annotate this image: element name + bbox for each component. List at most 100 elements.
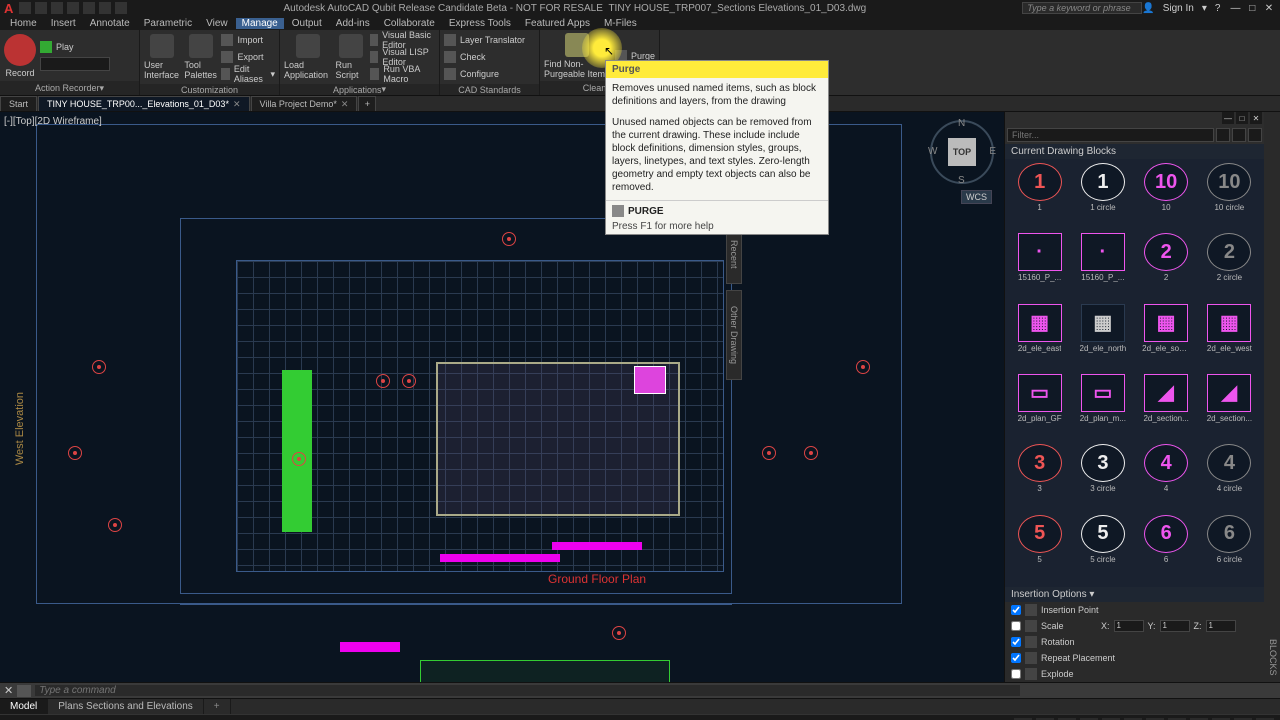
record-button[interactable]: Record bbox=[4, 34, 36, 78]
tab-annotate[interactable]: Annotate bbox=[84, 18, 136, 29]
qat-plot-icon[interactable] bbox=[83, 2, 95, 14]
block-item[interactable]: 66 circle bbox=[1199, 515, 1260, 583]
maximize-button[interactable]: □ bbox=[1245, 2, 1259, 14]
opt-scale[interactable]: Scale X:1 Y:1 Z:1 bbox=[1005, 618, 1264, 634]
tab-expresstools[interactable]: Express Tools bbox=[443, 18, 517, 29]
block-item[interactable]: 44 bbox=[1136, 444, 1197, 512]
tool-palettes-button[interactable]: Tool Palettes bbox=[184, 34, 217, 80]
block-item[interactable]: 11 circle bbox=[1072, 163, 1133, 231]
qat-new-icon[interactable] bbox=[19, 2, 31, 14]
tab-featuredapps[interactable]: Featured Apps bbox=[519, 18, 596, 29]
vbe-button[interactable]: Visual Basic Editor bbox=[370, 32, 435, 48]
qat-saveas-icon[interactable] bbox=[67, 2, 79, 14]
user-interface-button[interactable]: User Interface bbox=[144, 34, 180, 80]
add-layout-tab[interactable]: + bbox=[204, 699, 231, 714]
block-item[interactable]: ·15160_P_... bbox=[1072, 233, 1133, 301]
opt-repeat[interactable]: Repeat Placement bbox=[1005, 650, 1264, 666]
block-item[interactable]: ▭2d_plan_GF bbox=[1009, 374, 1070, 442]
tab-mfiles[interactable]: M-Files bbox=[598, 18, 643, 29]
viewcube[interactable]: N S E W TOP bbox=[930, 120, 994, 184]
block-item[interactable]: ▦2d_ele_south bbox=[1136, 304, 1197, 372]
tab-collaborate[interactable]: Collaborate bbox=[378, 18, 441, 29]
file-tab-2[interactable]: Villa Project Demo*✕ bbox=[251, 96, 358, 111]
close-icon[interactable]: ✕ bbox=[341, 99, 349, 110]
check-button[interactable]: Check bbox=[444, 49, 525, 65]
insertion-options-header[interactable]: Insertion Options ▾ bbox=[1005, 587, 1264, 602]
block-item[interactable]: ▦2d_ele_west bbox=[1199, 304, 1260, 372]
scale-y[interactable]: 1 bbox=[1160, 620, 1190, 632]
run-script-button[interactable]: Run Script bbox=[335, 34, 365, 80]
drawing-canvas[interactable]: [-][Top][2D Wireframe] West Elevation Gr… bbox=[0, 112, 1004, 682]
qat-open-icon[interactable] bbox=[35, 2, 47, 14]
signin-icon[interactable]: 👤 bbox=[1142, 3, 1154, 14]
tab-addins[interactable]: Add-ins bbox=[330, 18, 376, 29]
load-application-button[interactable]: Load Application bbox=[284, 34, 331, 80]
palette-minimize-icon[interactable]: — bbox=[1222, 112, 1234, 124]
wcs-label[interactable]: WCS bbox=[961, 190, 992, 204]
block-item[interactable]: 11 bbox=[1009, 163, 1070, 231]
signin-label[interactable]: Sign In bbox=[1163, 3, 1194, 14]
tab-insert[interactable]: Insert bbox=[45, 18, 82, 29]
filter-dropdown-icon[interactable] bbox=[1216, 128, 1230, 142]
qat-redo-icon[interactable] bbox=[115, 2, 127, 14]
block-item[interactable]: 22 bbox=[1136, 233, 1197, 301]
model-tab[interactable]: Model bbox=[0, 699, 48, 714]
autodesk-app-icon[interactable]: ▾ bbox=[1202, 3, 1207, 14]
macro-combo[interactable] bbox=[40, 56, 110, 72]
edit-aliases-button[interactable]: Edit Aliases ▾ bbox=[221, 66, 275, 82]
close-button[interactable]: ✕ bbox=[1262, 2, 1276, 14]
block-item[interactable]: ·15160_P_... bbox=[1009, 233, 1070, 301]
block-item[interactable]: 66 bbox=[1136, 515, 1197, 583]
block-item[interactable]: 55 bbox=[1009, 515, 1070, 583]
opt-rotation[interactable]: Rotation bbox=[1005, 634, 1264, 650]
viewport-label[interactable]: [-][Top][2D Wireframe] bbox=[4, 116, 102, 127]
scale-x[interactable]: 1 bbox=[1114, 620, 1144, 632]
tab-output[interactable]: Output bbox=[286, 18, 328, 29]
command-line[interactable]: ✕ bbox=[0, 682, 1280, 698]
block-item[interactable]: 22 circle bbox=[1199, 233, 1260, 301]
add-file-tab[interactable]: + bbox=[358, 96, 376, 111]
search-box[interactable]: Type a keyword or phrase bbox=[1022, 2, 1142, 14]
block-item[interactable]: 33 circle bbox=[1072, 444, 1133, 512]
minimize-button[interactable]: — bbox=[1228, 2, 1242, 14]
blocks-palette-tab[interactable]: BLOCKS bbox=[1264, 633, 1280, 682]
cmd-close-icon[interactable]: ✕ bbox=[4, 684, 13, 697]
block-item[interactable]: ▭2d_plan_m... bbox=[1072, 374, 1133, 442]
viewcube-top[interactable]: TOP bbox=[948, 138, 976, 166]
help-icon[interactable]: ? bbox=[1215, 3, 1221, 14]
block-item[interactable]: ▦2d_ele_east bbox=[1009, 304, 1070, 372]
vba-button[interactable]: Run VBA Macro bbox=[370, 66, 435, 82]
qat-undo-icon[interactable] bbox=[99, 2, 111, 14]
find-nonpurgeable-button[interactable]: Find Non-Purgeable Items bbox=[544, 33, 611, 79]
filter-input[interactable] bbox=[1007, 128, 1214, 142]
export-button[interactable]: Export bbox=[221, 49, 275, 65]
block-item[interactable]: ◢2d_section... bbox=[1199, 374, 1260, 442]
opt-explode[interactable]: Explode bbox=[1005, 666, 1264, 682]
block-item[interactable]: 33 bbox=[1009, 444, 1070, 512]
opt-insertion-point[interactable]: Insertion Point bbox=[1005, 602, 1264, 618]
block-item[interactable]: 44 circle bbox=[1199, 444, 1260, 512]
import-button[interactable]: Import bbox=[221, 32, 275, 48]
block-item[interactable]: 1010 bbox=[1136, 163, 1197, 231]
qat-save-icon[interactable] bbox=[51, 2, 63, 14]
tab-home[interactable]: Home bbox=[4, 18, 43, 29]
close-icon[interactable]: ✕ bbox=[233, 99, 241, 110]
layout-tab-1[interactable]: Plans Sections and Elevations bbox=[48, 699, 204, 714]
palette-close-icon[interactable]: ✕ bbox=[1250, 112, 1262, 124]
layer-translator-button[interactable]: Layer Translator bbox=[444, 32, 525, 48]
block-item[interactable]: ▦2d_ele_north bbox=[1072, 304, 1133, 372]
play-button[interactable]: Play bbox=[40, 39, 110, 55]
file-tab-1[interactable]: TINY HOUSE_TRP00..._Elevations_01_D03*✕ bbox=[38, 96, 249, 111]
tab-parametric[interactable]: Parametric bbox=[138, 18, 198, 29]
view-mode-icon[interactable] bbox=[1232, 128, 1246, 142]
palette-tab-other[interactable]: Other Drawing bbox=[726, 290, 742, 380]
block-item[interactable]: 1010 circle bbox=[1199, 163, 1260, 231]
start-tab[interactable]: Start bbox=[0, 96, 37, 111]
configure-button[interactable]: Configure bbox=[444, 66, 525, 82]
vle-button[interactable]: Visual LISP Editor bbox=[370, 49, 435, 65]
tab-view[interactable]: View bbox=[200, 18, 234, 29]
command-input[interactable] bbox=[35, 685, 1020, 696]
palette-options-icon[interactable] bbox=[1248, 128, 1262, 142]
tab-manage[interactable]: Manage bbox=[236, 18, 284, 29]
block-item[interactable]: ◢2d_section... bbox=[1136, 374, 1197, 442]
